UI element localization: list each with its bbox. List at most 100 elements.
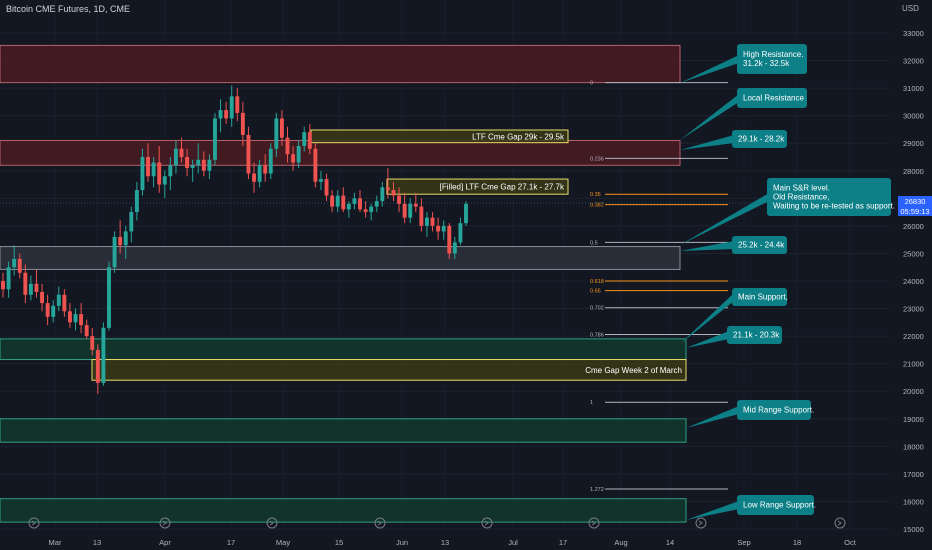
time-tick-label: 14 xyxy=(666,538,674,547)
candle-body xyxy=(140,157,145,191)
fib-label: 0.382 xyxy=(590,203,604,209)
candle-body xyxy=(129,212,134,232)
candle-body xyxy=(45,303,50,317)
time-tick-label: Jun xyxy=(396,538,408,547)
candle-body xyxy=(408,203,413,218)
time-tick-label: May xyxy=(276,538,290,547)
candle-body xyxy=(246,134,251,174)
candle-body xyxy=(358,198,362,210)
candle-body xyxy=(441,225,446,232)
time-tick-label: Mar xyxy=(49,538,62,547)
candle-body xyxy=(207,159,212,171)
price-tick-label: 31000 xyxy=(903,84,924,93)
candle-body xyxy=(279,118,284,138)
candle-body xyxy=(235,96,240,113)
callout-main-sr-level-text: Main S&R level. xyxy=(773,184,830,193)
candle-body xyxy=(296,145,301,163)
candle-body xyxy=(374,201,379,207)
gap-zone-label: LTF Cme Gap 29k - 29.5k xyxy=(472,132,565,141)
candle-body xyxy=(201,159,206,171)
fib-label: 1 xyxy=(590,400,593,406)
time-tick-label: 15 xyxy=(335,538,343,547)
callout-resistance-29k-text: 29.1k - 28.2k xyxy=(738,135,785,144)
price-tick-label: 29000 xyxy=(903,139,924,148)
chart-title: Bitcoin CME Futures, 1D, CME xyxy=(6,4,131,14)
price-tick-label: 26000 xyxy=(903,222,924,231)
candle-body xyxy=(157,162,162,185)
candle-body xyxy=(56,294,61,306)
price-tick-label: 33000 xyxy=(903,29,924,38)
candle-body xyxy=(391,190,396,196)
candle-body xyxy=(229,96,234,119)
candle-body xyxy=(107,267,111,328)
fib-label: 0.236 xyxy=(590,156,604,162)
candle-body xyxy=(369,206,374,213)
candle-body xyxy=(134,190,139,213)
candle-body xyxy=(307,132,312,149)
callout-high-resistance-text: 31.2k - 32.5k xyxy=(743,59,790,68)
fib-label: 0.786 xyxy=(590,332,604,338)
candle-body xyxy=(112,236,117,268)
candle-body xyxy=(190,165,195,169)
price-tick-label: 18000 xyxy=(903,442,924,451)
price-tick-label: 30000 xyxy=(903,112,924,121)
candle-body xyxy=(196,159,201,166)
candle-body xyxy=(319,179,323,182)
time-tick-label: 13 xyxy=(93,538,101,547)
candle-body xyxy=(252,173,256,182)
callout-main-sr-level-text: Old Resistance, xyxy=(773,193,829,202)
candle-body xyxy=(419,206,424,226)
candle-body xyxy=(263,165,268,174)
candle-body xyxy=(346,203,351,210)
candle-body xyxy=(268,148,273,174)
callout-support-21k-text: 21.1k - 20.3k xyxy=(733,331,780,340)
candle-body xyxy=(173,148,178,166)
time-tick-label: Sep xyxy=(737,538,750,547)
candle-body xyxy=(458,223,463,243)
gap-zone-label: Cme Gap Week 2 of March xyxy=(585,366,682,375)
candle-body xyxy=(51,305,56,317)
candle-body xyxy=(146,157,150,177)
price-tick-label: 23000 xyxy=(903,305,924,314)
callout-main-sr-level-text: Waiting to be re-tested as support. xyxy=(773,202,895,211)
price-tick-label: 21000 xyxy=(903,360,924,369)
callout-mid-range-support-text: Mid Range Support. xyxy=(743,406,814,415)
time-tick-label: Oct xyxy=(844,538,857,547)
candle-body xyxy=(62,294,67,312)
fib-label: 0.35 xyxy=(590,192,601,198)
time-tick-label: 17 xyxy=(559,538,567,547)
candle-body xyxy=(79,314,84,326)
price-tick-label: 15000 xyxy=(903,525,924,534)
time-tick-label: Apr xyxy=(159,538,171,547)
countdown-timer: 05:59:13 xyxy=(900,206,930,216)
candle-body xyxy=(118,236,123,246)
fib-label: 0.618 xyxy=(590,279,604,285)
price-tick-label: 22000 xyxy=(903,332,924,341)
price-tick-label: 32000 xyxy=(903,57,924,66)
candle-body xyxy=(168,165,173,177)
time-tick-label: 18 xyxy=(793,538,801,547)
candle-body xyxy=(224,110,229,119)
fib-label: 0.5 xyxy=(590,240,598,246)
callout-local-resistance-text: Local Resistance xyxy=(743,94,804,103)
last-price-value: 26830 xyxy=(904,197,926,206)
candle-body xyxy=(40,292,45,304)
price-tick-label: 19000 xyxy=(903,415,924,424)
candle-body xyxy=(73,314,78,323)
time-tick-label: 17 xyxy=(227,538,235,547)
candle-body xyxy=(430,217,435,226)
candle-body xyxy=(90,336,95,350)
candle-body xyxy=(84,325,89,337)
price-tick-label: 28000 xyxy=(903,167,924,176)
candle-body xyxy=(179,148,184,157)
candle-body xyxy=(341,195,346,210)
candle-body xyxy=(291,154,296,163)
candle-body xyxy=(413,203,418,207)
chart-canvas[interactable]: LTF Cme Gap 29k - 29.5k [Filled] LTF Cme … xyxy=(0,0,932,550)
zone-box xyxy=(0,246,681,270)
candle-body xyxy=(162,176,167,185)
candle-body xyxy=(218,110,223,119)
zone-box xyxy=(0,418,687,443)
candle-body xyxy=(12,258,17,268)
fib-label: 0.65 xyxy=(590,289,601,295)
